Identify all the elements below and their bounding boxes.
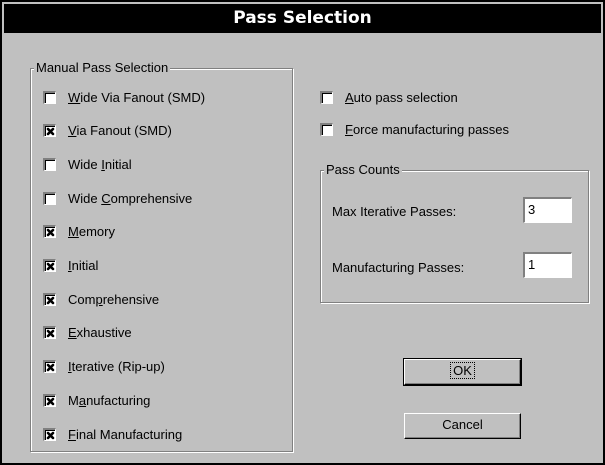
checkbox-label: Iterative (Rip-up) — [68, 359, 165, 374]
label-text: omprehensive — [110, 190, 193, 206]
checkbox-unchecked-icon — [43, 191, 56, 205]
max-iterative-passes-label: Max Iterative Passes: — [332, 204, 457, 219]
checkbox-checked-icon — [43, 393, 56, 407]
label-text: nufacturing — [86, 392, 151, 408]
max-iterative-passes-input[interactable]: 3 — [523, 197, 572, 223]
label-text: M — [68, 392, 79, 408]
label-mnemonic: W — [68, 89, 81, 105]
title-divider — [4, 32, 601, 33]
manual-via-fanout-smd-checkbox[interactable]: Via Fanout (SMD) — [43, 122, 172, 140]
label-text: Com — [68, 291, 96, 307]
manufacturing-passes-label: Manufacturing Passes: — [332, 260, 465, 275]
manual-wide-via-fanout-smd-checkbox[interactable]: Wide Via Fanout (SMD) — [43, 88, 205, 106]
label-text: Wide — [68, 190, 102, 206]
checkbox-checked-icon — [43, 225, 56, 239]
checkbox-label: Wide Comprehensive — [68, 191, 192, 206]
checkbox-label: Final Manufacturing — [68, 427, 182, 442]
checkbox-checked-icon — [43, 124, 56, 138]
label-text: ide Via Fanout (SMD) — [80, 89, 206, 105]
label-text: nitial — [104, 156, 132, 172]
label-text: orce manufacturing passes — [352, 121, 510, 137]
checkbox-label: Manufacturing — [68, 393, 150, 408]
label-mnemonic: A — [345, 89, 354, 105]
label-mnemonic: F — [345, 121, 353, 137]
manual-comprehensive-checkbox[interactable]: Comprehensive — [43, 290, 159, 308]
pass-counts-group — [320, 170, 590, 304]
label-text: terative (Rip-up) — [71, 359, 165, 375]
label-text: inal Manufacturing — [75, 426, 183, 442]
label-text: ia Fanout (SMD) — [76, 123, 172, 139]
manual-wide-comprehensive-checkbox[interactable]: Wide Comprehensive — [43, 189, 192, 207]
manufacturing-passes-input[interactable]: 1 — [523, 252, 572, 278]
label-mnemonic: F — [68, 426, 76, 442]
manual-iterative-rip-up-checkbox[interactable]: Iterative (Rip-up) — [43, 358, 165, 376]
checkbox-unchecked-icon — [43, 90, 56, 104]
manual-wide-initial-checkbox[interactable]: Wide Initial — [43, 155, 132, 173]
manual-exhaustive-checkbox[interactable]: Exhaustive — [43, 324, 132, 342]
pass-counts-label: Pass Counts — [324, 162, 402, 177]
checkbox-label: Wide Via Fanout (SMD) — [68, 90, 205, 105]
label-mnemonic: p — [95, 291, 103, 307]
label-mnemonic: C — [101, 190, 111, 206]
cancel-button[interactable]: Cancel — [404, 413, 521, 439]
pass-selection-dialog: Pass Selection Manual Pass Selection Wid… — [0, 0, 605, 465]
checkbox-checked-icon — [43, 259, 56, 272]
checkbox-label: Via Fanout (SMD) — [68, 123, 172, 138]
checkbox-unchecked-icon — [320, 122, 333, 136]
cancel-button-label: Cancel — [442, 417, 483, 432]
dialog-title: Pass Selection — [233, 8, 372, 28]
label-mnemonic: M — [68, 224, 79, 240]
manual-pass-selection-label: Manual Pass Selection — [34, 60, 171, 75]
option-auto-pass-selection-checkbox[interactable]: Auto pass selection — [320, 88, 458, 106]
label-text: rehensive — [102, 291, 160, 307]
checkbox-checked-icon — [43, 360, 56, 374]
checkbox-label: Wide Initial — [68, 157, 132, 172]
manual-final-manufacturing-checkbox[interactable]: Final Manufacturing — [43, 425, 182, 443]
checkbox-checked-icon — [43, 292, 56, 306]
checkbox-label: Initial — [68, 258, 98, 273]
label-text: emory — [78, 224, 115, 240]
label-text: Wide — [68, 156, 102, 172]
ok-button-label: OK — [450, 362, 475, 379]
checkbox-checked-icon — [43, 427, 56, 441]
checkbox-unchecked-icon — [320, 90, 333, 104]
label-mnemonic: E — [68, 325, 77, 341]
option-force-manufacturing-passes-checkbox[interactable]: Force manufacturing passes — [320, 120, 509, 138]
checkbox-checked-icon — [43, 326, 56, 340]
checkbox-unchecked-icon — [43, 157, 56, 171]
checkbox-label: Auto pass selection — [345, 90, 458, 105]
manual-initial-checkbox[interactable]: Initial — [43, 257, 98, 275]
manual-manufacturing-checkbox[interactable]: Manufacturing — [43, 391, 150, 409]
checkbox-label: Comprehensive — [68, 292, 159, 307]
checkbox-label: Memory — [68, 224, 115, 239]
manual-memory-checkbox[interactable]: Memory — [43, 223, 115, 241]
label-text: nitial — [71, 258, 99, 273]
checkbox-label: Force manufacturing passes — [345, 122, 509, 137]
label-text: xhaustive — [76, 325, 132, 341]
label-mnemonic: a — [78, 392, 87, 408]
checkbox-label: Exhaustive — [68, 325, 132, 340]
dialog-title-bar[interactable]: Pass Selection — [4, 4, 601, 32]
label-text: uto pass selection — [353, 89, 458, 105]
ok-button[interactable]: OK — [403, 358, 522, 386]
